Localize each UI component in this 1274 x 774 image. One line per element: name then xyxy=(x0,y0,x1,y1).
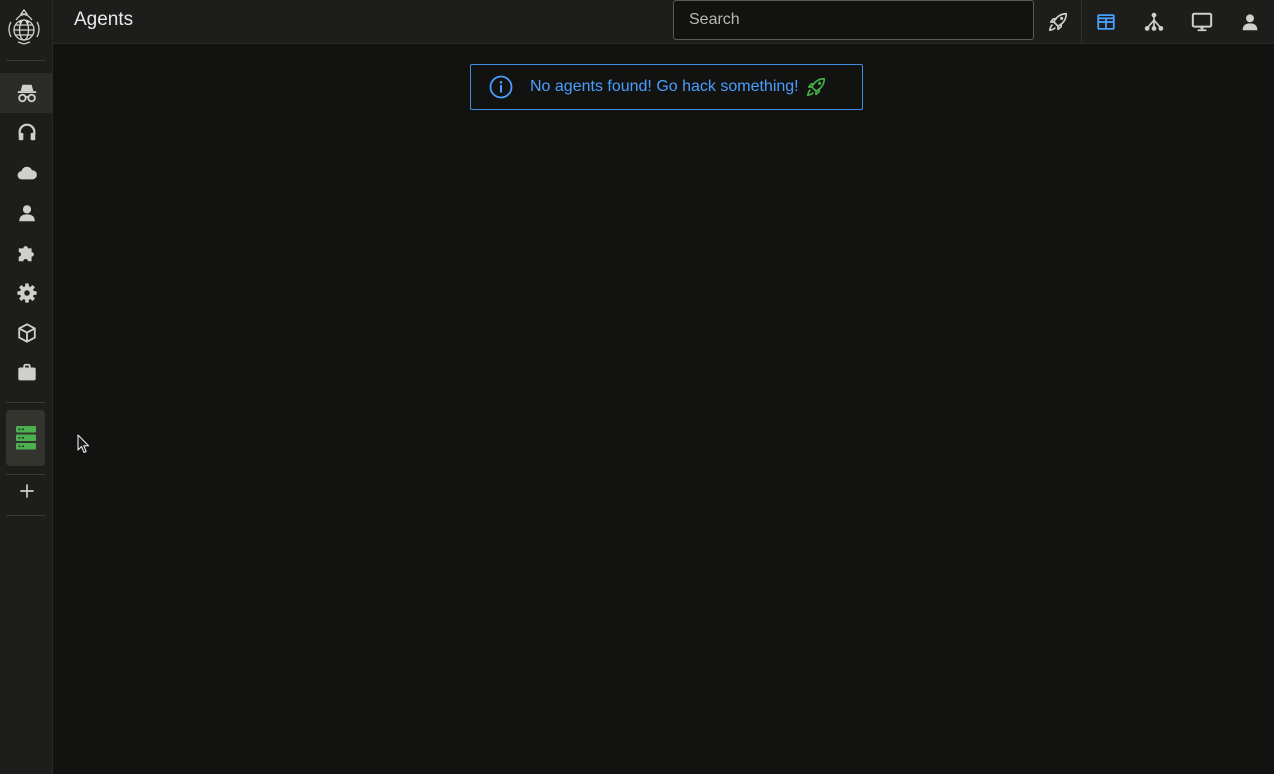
box-icon xyxy=(17,323,36,343)
sidebar-divider xyxy=(6,60,45,61)
search-input[interactable] xyxy=(673,0,1034,40)
empty-state-alert: No agents found! Go hack something! xyxy=(470,64,863,110)
sidebar xyxy=(0,0,53,774)
user-icon xyxy=(18,205,35,222)
graph-view-button[interactable] xyxy=(1134,4,1174,40)
monitor-icon xyxy=(1191,12,1213,32)
server-icon xyxy=(15,426,36,450)
sidebar-item-listeners[interactable] xyxy=(0,112,53,152)
plus-icon xyxy=(19,484,34,498)
gear-icon xyxy=(16,283,37,303)
briefcase-icon xyxy=(17,363,36,381)
sidebar-item-settings[interactable] xyxy=(0,273,53,313)
cloud-icon xyxy=(17,166,37,180)
graph-view-icon xyxy=(1144,12,1164,31)
sidebar-item-jobs[interactable] xyxy=(0,353,53,393)
alert-rocket xyxy=(805,76,827,98)
toolbar-separator xyxy=(1081,0,1082,44)
sidebar-item-agents[interactable] xyxy=(0,73,53,113)
alert-message: No agents found! Go hack something! xyxy=(530,78,799,95)
puzzle-icon xyxy=(18,246,34,262)
hacker-globe-logo-icon xyxy=(8,8,40,45)
user-account-button[interactable] xyxy=(1230,4,1270,40)
cursor-arrow-icon xyxy=(77,434,90,454)
add-server-button[interactable] xyxy=(0,471,53,511)
page-title: Agents xyxy=(74,9,134,30)
table-view-icon xyxy=(1097,14,1115,30)
headphones-icon xyxy=(18,123,35,141)
sidebar-item-cloud[interactable] xyxy=(0,153,53,193)
monitor-button[interactable] xyxy=(1182,4,1222,40)
server-button[interactable] xyxy=(6,410,45,466)
sidebar-item-extensions[interactable] xyxy=(0,233,53,273)
info-icon xyxy=(489,75,513,99)
spy-icon xyxy=(17,84,36,103)
sidebar-item-payloads[interactable] xyxy=(0,313,53,353)
app-logo[interactable] xyxy=(4,6,44,46)
sidebar-divider xyxy=(6,402,45,403)
rocket-icon xyxy=(1048,12,1068,32)
table-view-button[interactable] xyxy=(1086,4,1126,40)
user-icon xyxy=(1242,14,1258,31)
sidebar-item-users[interactable] xyxy=(0,193,53,233)
rocket-button[interactable] xyxy=(1038,4,1078,40)
top-bar: Agents xyxy=(53,0,1274,44)
rocket-icon xyxy=(806,77,825,97)
mouse-cursor xyxy=(77,434,91,459)
sidebar-divider xyxy=(6,515,45,516)
